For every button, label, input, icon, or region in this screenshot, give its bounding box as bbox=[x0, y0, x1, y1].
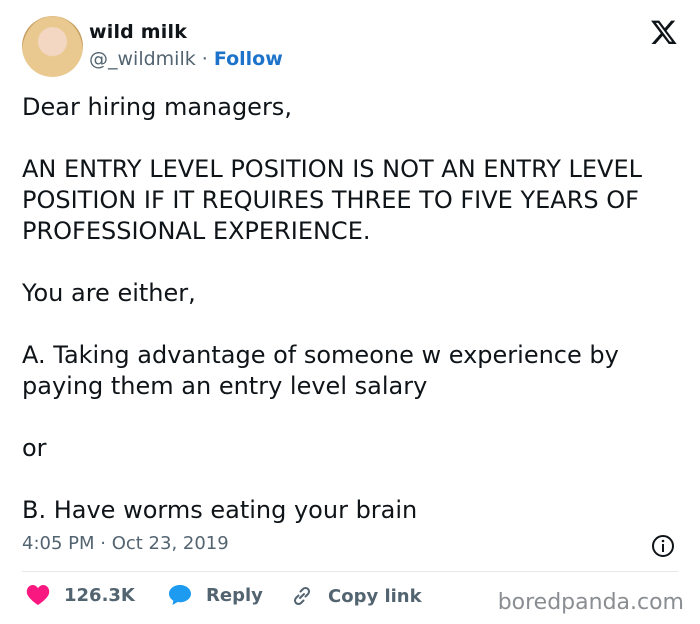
x-logo-icon[interactable] bbox=[650, 18, 678, 46]
watermark: boredpanda.com bbox=[497, 590, 684, 615]
post-timestamp[interactable]: 4:05 PM · Oct 23, 2019 bbox=[22, 533, 229, 554]
like-button[interactable]: 126.3K bbox=[26, 584, 135, 606]
reply-button[interactable]: Reply bbox=[168, 584, 263, 606]
divider bbox=[22, 571, 678, 572]
follow-button[interactable]: Follow bbox=[214, 48, 283, 70]
avatar[interactable] bbox=[22, 16, 83, 77]
author-handle-row: @_wildmilk · Follow bbox=[89, 48, 283, 70]
reply-label: Reply bbox=[206, 584, 263, 606]
reply-bubble-icon bbox=[169, 585, 191, 605]
author-name[interactable]: wild milk bbox=[89, 21, 187, 43]
copy-link-label: Copy link bbox=[328, 585, 422, 607]
likes-count: 126.3K bbox=[64, 584, 135, 606]
separator: · bbox=[201, 48, 208, 70]
post-text: Dear hiring managers, AN ENTRY LEVEL POS… bbox=[22, 93, 642, 524]
info-icon[interactable] bbox=[651, 534, 675, 558]
heart-icon bbox=[26, 585, 50, 605]
copy-link-button[interactable]: Copy link bbox=[290, 584, 422, 608]
author-handle[interactable]: @_wildmilk bbox=[89, 48, 196, 70]
link-icon bbox=[293, 586, 311, 606]
